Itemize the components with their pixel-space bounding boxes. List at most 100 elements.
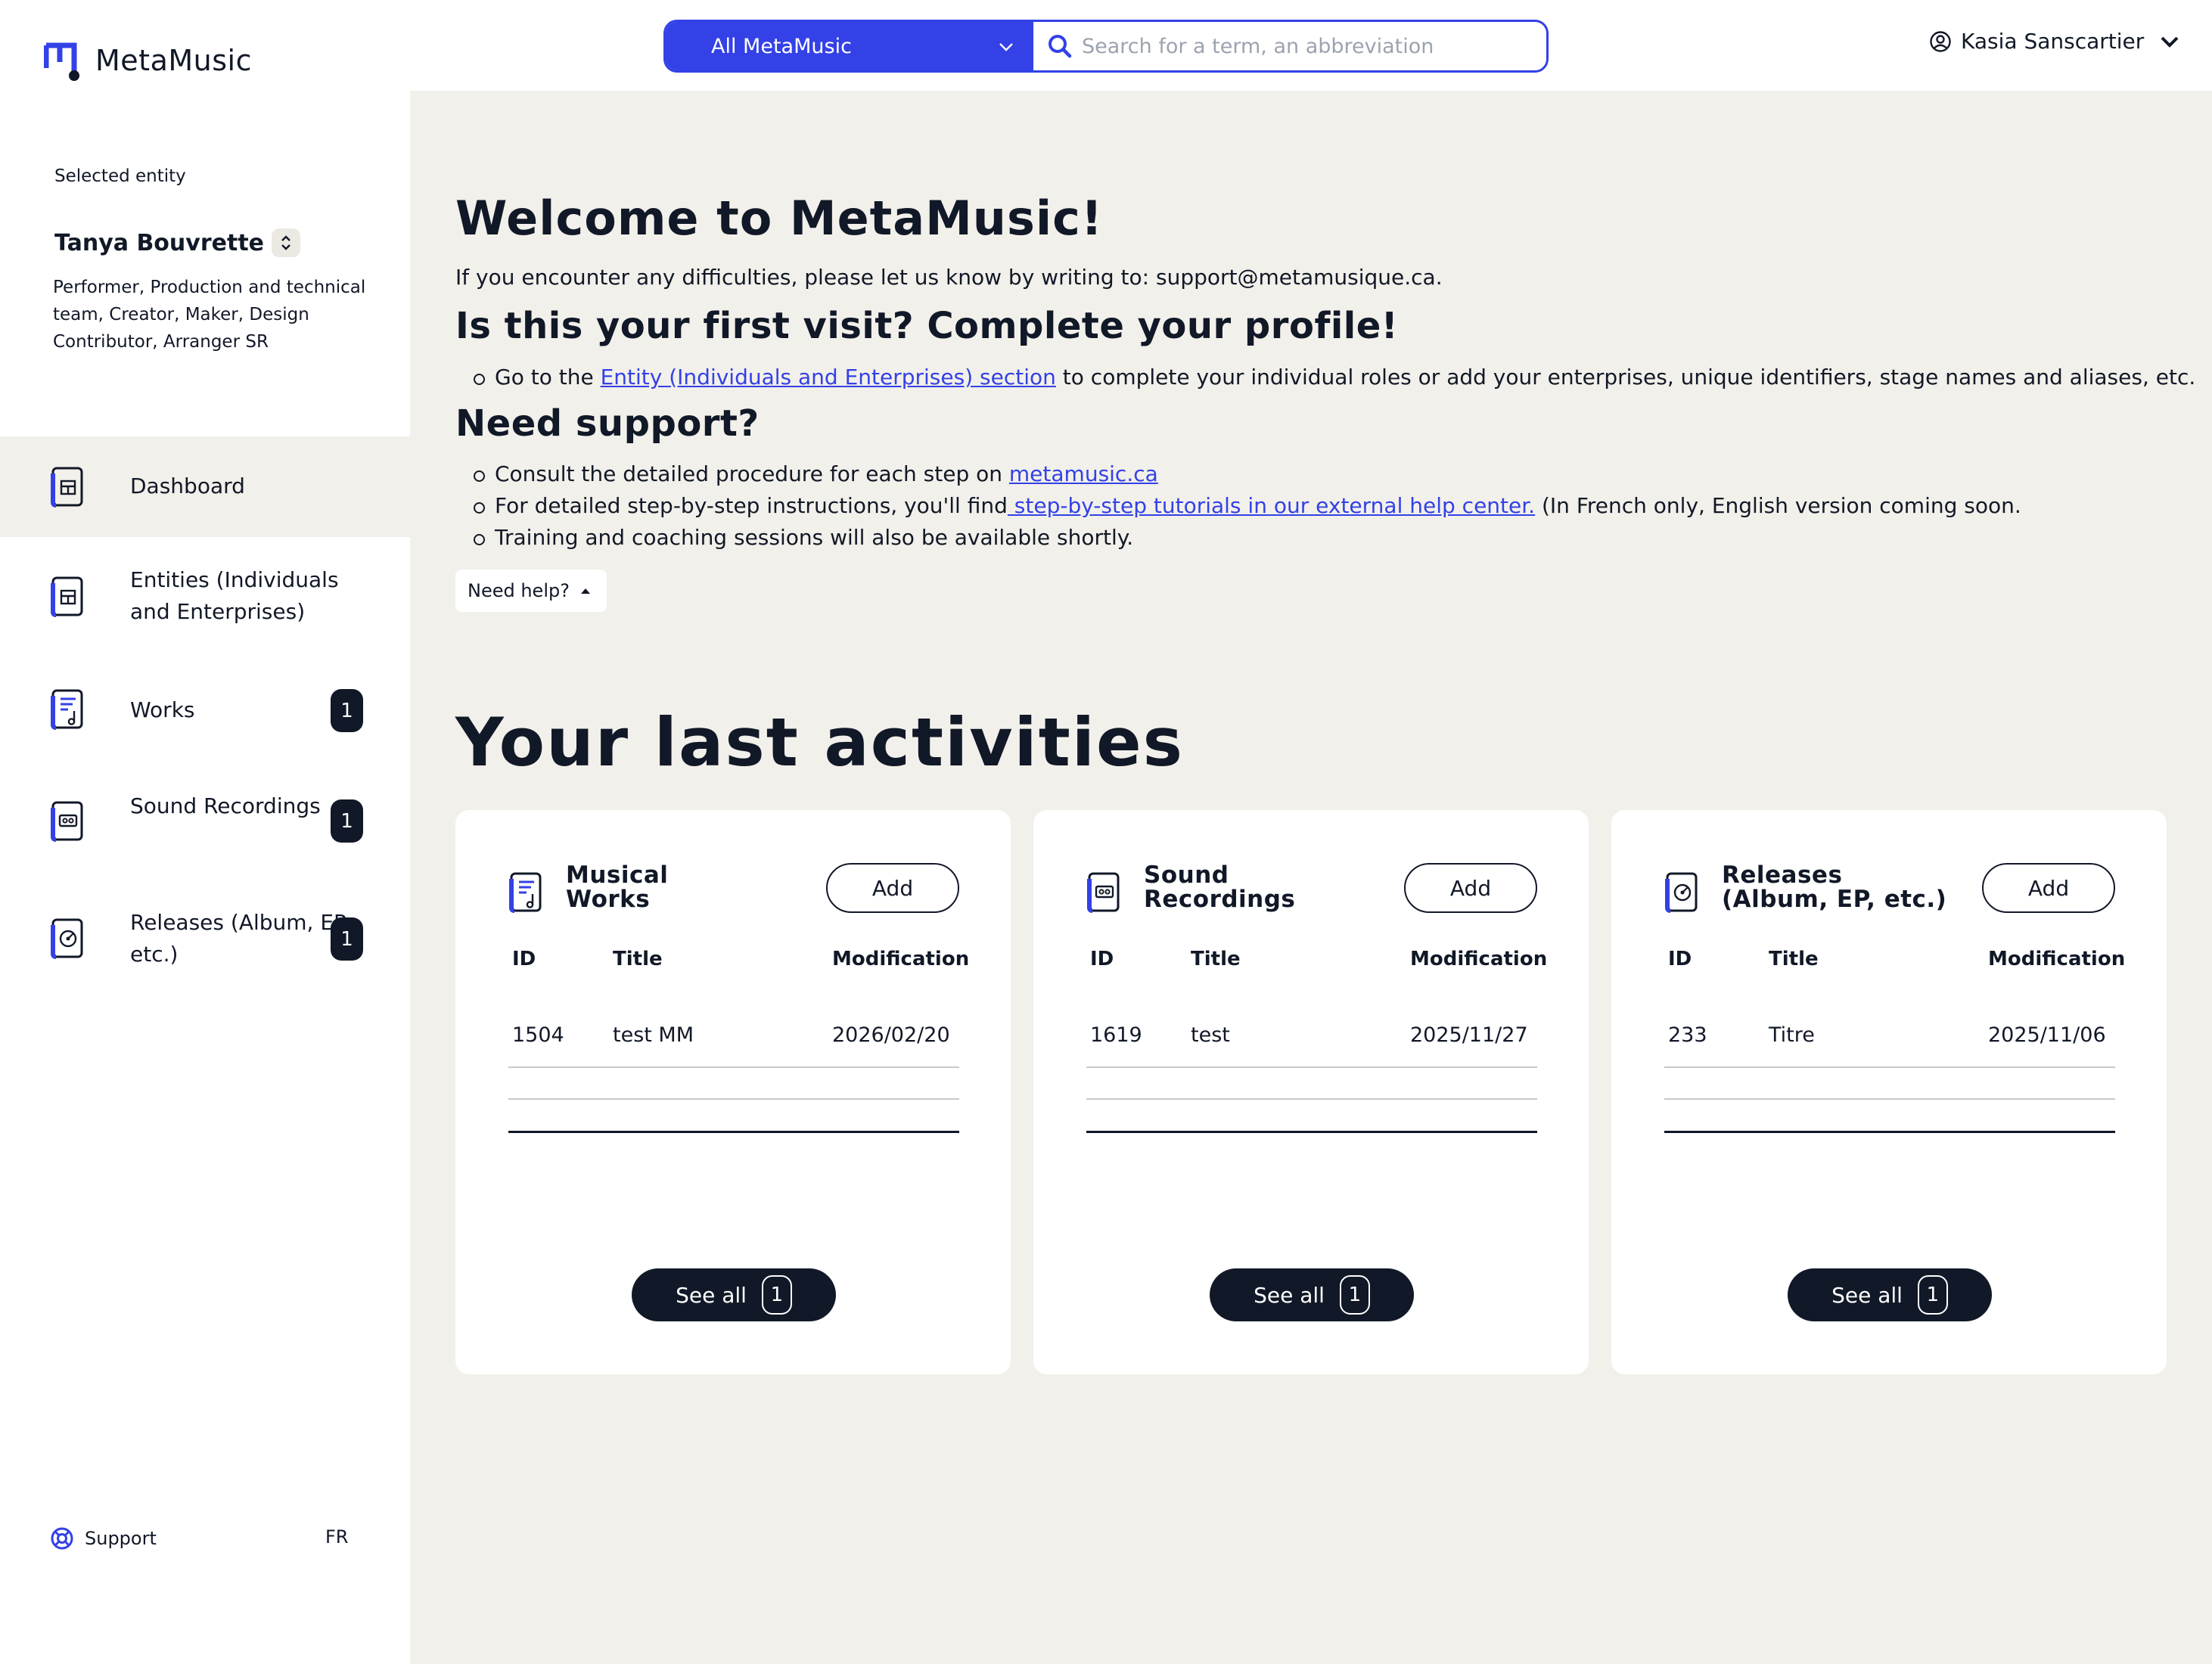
first-visit-bullet: Go to the Entity (Individuals and Enterp… [473, 365, 2196, 390]
releases-count-badge: 1 [331, 917, 363, 961]
add-sound-recording-button[interactable]: Add [1404, 863, 1537, 913]
releases-icon [1665, 872, 1698, 913]
row-modification: 2026/02/20 [832, 1023, 950, 1047]
entity-roles: Performer, Production and technical team… [53, 278, 366, 352]
see-all-count: 1 [1339, 1275, 1370, 1315]
see-all-label: See all [676, 1282, 747, 1308]
search-input[interactable] [1080, 33, 1534, 59]
metamusic-logo-icon [44, 42, 79, 81]
welcome-title: Welcome to MetaMusic! [455, 191, 1104, 246]
sidebar-item-label: Dashboard [130, 473, 245, 498]
divider [1086, 1066, 1537, 1068]
language-toggle[interactable]: FR [325, 1526, 348, 1548]
sidebar-nav: Dashboard Entities (Individuals and Ente… [0, 436, 410, 1003]
sound-recordings-count-badge: 1 [331, 799, 363, 843]
activity-card-musical-works: Musical Works Add ID Title Modification 1… [455, 810, 1011, 1374]
column-header-modification: Modification [832, 948, 970, 970]
chevron-down-icon [999, 43, 1013, 51]
card-title: Sound Recordings [1144, 861, 1296, 913]
row-title[interactable]: test [1191, 1023, 1230, 1047]
see-all-label: See all [1831, 1282, 1903, 1308]
works-count-badge: 1 [331, 689, 363, 732]
sidebar-item-label: Releases (Album, EP, etc.) [130, 910, 353, 967]
chevron-up-down-icon [281, 235, 290, 250]
sidebar: Selected entity Tanya Bouvrette Performe… [0, 91, 410, 1664]
sidebar-item-label: Entities (Individuals and Enterprises) [130, 567, 339, 624]
sound-recordings-icon [1087, 872, 1120, 913]
support-label: Support [85, 1528, 157, 1549]
need-help-label: Need help? [468, 580, 570, 601]
metamusic-link[interactable]: metamusic.ca [1009, 461, 1158, 486]
activity-card-sound-recordings: Sound Recordings Add ID Title Modificatio… [1033, 810, 1589, 1374]
selected-entity-label: Selected entity [54, 166, 186, 186]
contact-text: If you encounter any difficulties, pleas… [455, 265, 1443, 290]
divider [1086, 1131, 1537, 1133]
entity-name: Tanya Bouvrette [54, 229, 265, 256]
see-all-releases-button[interactable]: See all 1 [1788, 1268, 1992, 1321]
support-bullet: For detailed step-by-step instructions, … [474, 493, 2021, 518]
search-field [1033, 22, 1546, 70]
divider [508, 1098, 959, 1100]
see-all-label: See all [1254, 1282, 1325, 1308]
row-modification: 2025/11/27 [1410, 1023, 1528, 1047]
divider [1664, 1098, 2115, 1100]
sidebar-item-works[interactable]: Works 1 [0, 655, 410, 766]
card-title: Releases (Album, EP, etc.) [1722, 861, 1947, 913]
search-icon [1049, 35, 1072, 58]
app-logo[interactable]: MetaMusic [44, 39, 252, 82]
column-header-title: Title [613, 948, 663, 970]
see-all-count: 1 [1917, 1275, 1948, 1315]
sidebar-item-entities[interactable]: Entities (Individuals and Enterprises) [0, 537, 410, 655]
top-bar: MetaMusic All MetaMusic Kasia Sanscartie… [0, 0, 2212, 91]
see-all-sound-recordings-button[interactable]: See all 1 [1210, 1268, 1414, 1321]
sidebar-item-label: Sound Recordings [130, 793, 321, 818]
tutorials-link[interactable]: step-by-step tutorials in our external h… [1008, 493, 1535, 518]
row-title[interactable]: Titre [1769, 1023, 1815, 1047]
app-name: MetaMusic [95, 44, 252, 77]
first-visit-title: Is this your first visit? Complete your … [455, 305, 1399, 347]
user-name: Kasia Sanscartier [1961, 29, 2145, 54]
add-musical-work-button[interactable]: Add [826, 863, 959, 913]
support-bullet: Training and coaching sessions will also… [473, 525, 1134, 550]
sidebar-item-sound-recordings[interactable]: Sound Recordings 1 [0, 766, 410, 880]
chevron-down-icon [2161, 36, 2179, 48]
sidebar-item-dashboard[interactable]: Dashboard [0, 436, 410, 537]
lifebuoy-icon [51, 1527, 73, 1550]
switch-entity-button[interactable] [272, 228, 301, 257]
activities-title: Your last activities [455, 703, 1185, 781]
user-account-icon [1930, 30, 1951, 52]
selected-entity: Tanya Bouvrette [54, 228, 301, 257]
see-all-musical-works-button[interactable]: See all 1 [632, 1268, 836, 1321]
divider [1086, 1098, 1537, 1100]
column-header-modification: Modification [1988, 948, 2126, 970]
sidebar-item-releases[interactable]: Releases (Album, EP, etc.) 1 [0, 880, 410, 1003]
support-bullet: Consult the detailed procedure for each … [474, 461, 1158, 486]
row-title[interactable]: test MM [613, 1023, 694, 1047]
sidebar-item-label: Works [130, 697, 195, 722]
see-all-count: 1 [761, 1275, 792, 1315]
divider [1664, 1131, 2115, 1133]
need-help-button[interactable]: Need help? [455, 570, 607, 612]
entity-section-link[interactable]: Entity (Individuals and Enterprises) sec… [601, 365, 1056, 390]
support-link[interactable]: Support [50, 1526, 157, 1551]
activity-card-releases: Releases (Album, EP, etc.) Add ID Title M… [1611, 810, 2167, 1374]
row-id[interactable]: 233 [1668, 1023, 1707, 1047]
search-scope-select[interactable]: All MetaMusic [666, 22, 1033, 70]
row-id[interactable]: 1504 [512, 1023, 564, 1047]
column-header-id: ID [1668, 948, 1692, 970]
column-header-id: ID [512, 948, 536, 970]
search-scope-value: All MetaMusic [711, 34, 852, 58]
column-header-title: Title [1191, 948, 1241, 970]
entities-icon [51, 576, 83, 617]
add-release-button[interactable]: Add [1982, 863, 2115, 913]
support-title: Need support? [455, 402, 760, 445]
dashboard-icon [51, 467, 83, 508]
divider [1664, 1066, 2115, 1068]
row-id[interactable]: 1619 [1090, 1023, 1142, 1047]
user-menu[interactable]: Kasia Sanscartier [1929, 29, 2182, 54]
column-header-id: ID [1090, 948, 1114, 970]
column-header-title: Title [1769, 948, 1819, 970]
main-content: Welcome to MetaMusic! If you encounter a… [410, 91, 2212, 1664]
card-title: Musical Works [566, 861, 669, 913]
divider [508, 1066, 959, 1068]
